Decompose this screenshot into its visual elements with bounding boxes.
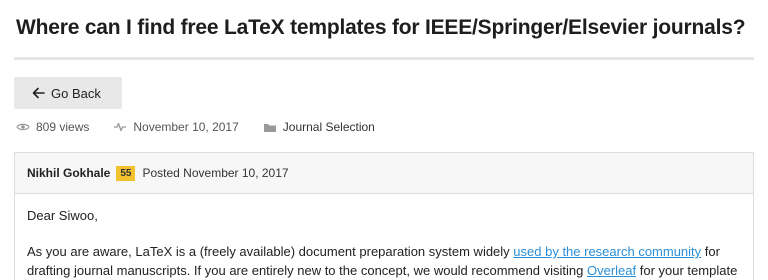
paragraph-text: for your template <box>636 263 738 278</box>
paragraph-text: for <box>701 244 720 259</box>
page-title: Where can I find free LaTeX templates fo… <box>16 16 746 39</box>
go-back-label: Go Back <box>51 85 101 101</box>
category-label[interactable]: Journal Selection <box>283 120 375 134</box>
views-count: 809 views <box>36 120 90 134</box>
reputation-badge: 55 <box>116 165 136 181</box>
question-page: Where can I find free LaTeX templates fo… <box>0 0 768 280</box>
date-meta: November 10, 2017 <box>113 120 239 134</box>
paragraph-text: drafting journal manuscripts. If you are… <box>27 263 587 278</box>
folder-icon <box>263 123 276 132</box>
go-back-button[interactable]: Go Back <box>14 77 122 109</box>
eye-icon <box>16 123 30 131</box>
author-name[interactable]: Nikhil Gokhale <box>27 166 110 180</box>
post-header: Nikhil Gokhale 55 Posted November 10, 20… <box>15 153 753 194</box>
post-greeting: Dear Siwoo, <box>27 208 98 223</box>
post-body: Dear Siwoo, As you are aware, LaTeX is a… <box>15 194 753 280</box>
title-divider <box>14 57 754 60</box>
activity-icon <box>114 122 127 132</box>
question-meta: 809 views November 10, 2017 Journal Sele… <box>16 120 399 134</box>
posted-date: Posted November 10, 2017 <box>142 166 289 180</box>
views-meta: 809 views <box>16 120 89 134</box>
overleaf-link[interactable]: Overleaf <box>587 263 636 278</box>
answer-post: Nikhil Gokhale 55 Posted November 10, 20… <box>14 152 754 280</box>
post-paragraph-1: As you are aware, LaTeX is a (freely ava… <box>27 242 741 261</box>
post-paragraph-2: drafting journal manuscripts. If you are… <box>27 261 741 280</box>
arrow-left-icon <box>32 87 45 99</box>
research-community-link[interactable]: used by the research community <box>513 244 701 259</box>
category-meta[interactable]: Journal Selection <box>263 120 375 134</box>
question-date: November 10, 2017 <box>133 120 239 134</box>
paragraph-text: As you are aware, LaTeX is a (freely ava… <box>27 244 514 259</box>
